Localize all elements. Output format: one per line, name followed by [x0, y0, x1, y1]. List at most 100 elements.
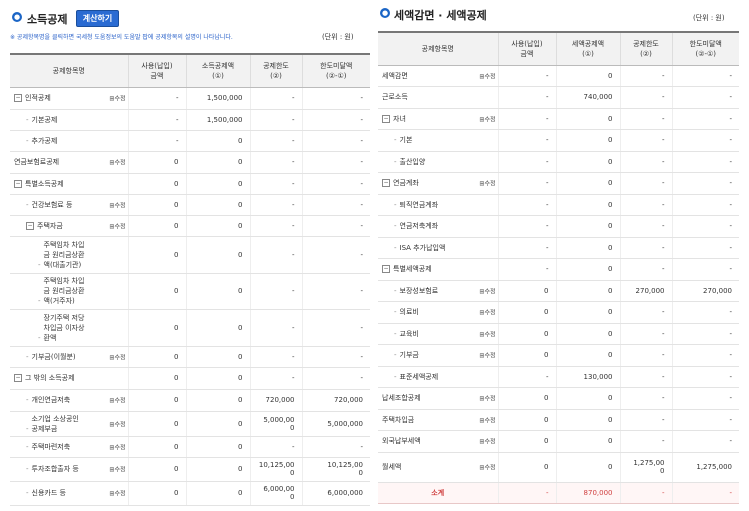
item-name-link[interactable]: 연금계좌	[393, 178, 419, 188]
dash-icon: -	[38, 333, 41, 342]
shortfall-cell: -	[301, 109, 370, 131]
deduction-amount-cell: 0	[555, 258, 620, 281]
item-name-link[interactable]: 건강보험료 등	[32, 200, 73, 210]
edit-button[interactable]: ⊞수정	[109, 94, 125, 103]
edit-button[interactable]: ⊞수정	[109, 221, 125, 230]
edit-button[interactable]: ⊞수정	[479, 179, 495, 188]
shortfall-cell: -	[671, 108, 739, 130]
item-name-cell: − 자녀 ⊞수정	[378, 108, 498, 130]
edit-button[interactable]: ⊞수정	[109, 442, 125, 451]
item-name-link[interactable]: 세액감면	[382, 71, 408, 81]
edit-button[interactable]: ⊞수정	[479, 329, 495, 338]
edit-button[interactable]: ⊞수정	[109, 419, 125, 428]
edit-button[interactable]: ⊞수정	[109, 465, 125, 474]
item-name-link[interactable]: 투자조합출자 등	[32, 464, 79, 474]
edit-button[interactable]: ⊞수정	[479, 308, 495, 317]
item-name-link[interactable]: 퇴직연금계좌	[400, 200, 439, 210]
edit-label: 수정	[484, 288, 496, 295]
deduction-amount-cell: 0	[185, 389, 250, 412]
calculate-button[interactable]: 계산하기	[76, 10, 119, 27]
edit-label: 수정	[114, 444, 126, 451]
item-name-link[interactable]: 표준세액공제	[400, 372, 439, 382]
used-amount-cell: -	[497, 258, 556, 281]
item-name-link[interactable]: 자녀	[393, 114, 406, 124]
item-name-link[interactable]: 특별소득공제	[25, 179, 64, 189]
item-name-link[interactable]: 보장성보험료	[400, 286, 439, 296]
deduction-amount-cell: 0	[555, 301, 620, 324]
unit-label: (단위 : 원)	[322, 33, 354, 41]
edit-button[interactable]: ⊞수정	[109, 200, 125, 209]
item-name-link[interactable]: 기본공제	[32, 115, 58, 125]
limit-cell: -	[619, 258, 672, 281]
item-name-cell: 근로소득	[378, 86, 498, 109]
item-name-link[interactable]: 그 밖의 소득공제	[25, 373, 75, 383]
table-row: − 연금계좌 ⊞수정 -0- -	[378, 172, 739, 195]
table-row: - 퇴직연금계좌 -0- -	[378, 194, 739, 216]
collapse-toggle-icon[interactable]: −	[382, 114, 390, 123]
item-name-link[interactable]: 추가공제	[32, 136, 58, 146]
table-row: 외국납부세액 ⊞수정 0 0- -	[378, 430, 739, 453]
col-header-credit: 세액공제액 (①)	[555, 31, 620, 66]
item-name-link[interactable]: 주택임차 차입 금 원리금상환 액(거주자)	[44, 276, 85, 306]
table-row: - 출산입양 -0- -	[378, 151, 739, 173]
table-row: - 기본 -0- -	[378, 129, 739, 152]
collapse-toggle-icon[interactable]: −	[382, 265, 390, 273]
item-name-link[interactable]: 주택차입금	[382, 415, 414, 425]
collapse-toggle-icon[interactable]: −	[382, 179, 390, 187]
item-name-link[interactable]: 인적공제	[25, 93, 51, 103]
edit-button[interactable]: ⊞수정	[479, 286, 495, 295]
deduction-amount-cell: 0	[185, 215, 250, 237]
collapse-toggle-icon[interactable]: −	[14, 179, 22, 188]
dash-icon: -	[394, 329, 397, 338]
edit-button[interactable]: ⊞수정	[109, 396, 125, 405]
shortfall-cell: -	[301, 194, 370, 216]
item-name-link[interactable]: 연금저축계좌	[400, 221, 439, 231]
used-amount-cell: 0	[127, 411, 186, 437]
collapse-toggle-icon[interactable]: −	[26, 221, 34, 230]
table-row: − 특별세액공제 -0- -	[378, 258, 739, 281]
item-name-link[interactable]: 주택마련저축	[32, 442, 71, 452]
edit-button[interactable]: ⊞수정	[479, 114, 495, 123]
item-name-link[interactable]: 기본	[400, 135, 413, 145]
limit-cell: -	[249, 215, 302, 237]
table-row: − 그 밖의 소득공제 0 0- -	[10, 367, 370, 390]
item-name-link[interactable]: 월세액	[382, 462, 401, 472]
edit-button[interactable]: ⊞수정	[109, 352, 125, 361]
shortfall-cell: -	[301, 273, 370, 310]
collapse-toggle-icon[interactable]: −	[14, 94, 22, 102]
edit-label: 수정	[484, 73, 496, 80]
item-name-link[interactable]: 외국납부세액	[382, 436, 421, 446]
item-name-link[interactable]: ISA 추가납입액	[400, 243, 446, 253]
item-name-link[interactable]: 개인연금저축	[32, 395, 71, 405]
item-name-link[interactable]: 납세조합공제	[382, 393, 421, 403]
edit-button[interactable]: ⊞수정	[479, 437, 495, 446]
item-name-link[interactable]: 신용카드 등	[32, 488, 66, 498]
item-name-link[interactable]: 특별세액공제	[393, 264, 432, 274]
item-name-link[interactable]: 소기업 소상공인 공제부금	[32, 414, 79, 434]
collapse-toggle-icon[interactable]: −	[14, 374, 22, 382]
deduction-amount-cell: 0	[185, 151, 250, 174]
item-name-link[interactable]: 주택자금	[37, 221, 63, 231]
edit-button[interactable]: ⊞수정	[109, 489, 125, 498]
item-name-cell: -소기업 소상공인 공제부금 ⊞수정	[10, 411, 128, 437]
edit-button[interactable]: ⊞수정	[479, 71, 495, 80]
item-name-link[interactable]: 연금보험료공제	[14, 157, 59, 167]
subtotal-used-amount-cell: -	[497, 482, 556, 504]
edit-button[interactable]: ⊞수정	[479, 394, 495, 403]
item-name-link[interactable]: 주택임차 차입 금 원리금상환 액(대출기관)	[44, 240, 85, 270]
item-name-link[interactable]: 기부금(이월분)	[32, 352, 76, 362]
item-name-link[interactable]: 장기주택 저당 차입금 이자상 환액	[44, 313, 85, 343]
shortfall-cell: 10,125,00 0	[301, 457, 370, 482]
edit-button[interactable]: ⊞수정	[479, 415, 495, 424]
item-name-link[interactable]: 근로소득	[382, 92, 408, 102]
item-name-link[interactable]: 출산입양	[400, 157, 426, 167]
item-name-link[interactable]: 기부금	[400, 350, 419, 360]
table-row: 세액감면 ⊞수정 -0- -	[378, 65, 739, 87]
item-name-link[interactable]: 의료비	[400, 307, 419, 317]
tax-credit-title: 세액감면 · 세액공제	[394, 9, 487, 22]
edit-button[interactable]: ⊞수정	[479, 351, 495, 360]
dash-icon: -	[394, 200, 397, 209]
edit-button[interactable]: ⊞수정	[109, 158, 125, 167]
item-name-link[interactable]: 교육비	[400, 329, 419, 339]
edit-button[interactable]: ⊞수정	[479, 463, 495, 472]
